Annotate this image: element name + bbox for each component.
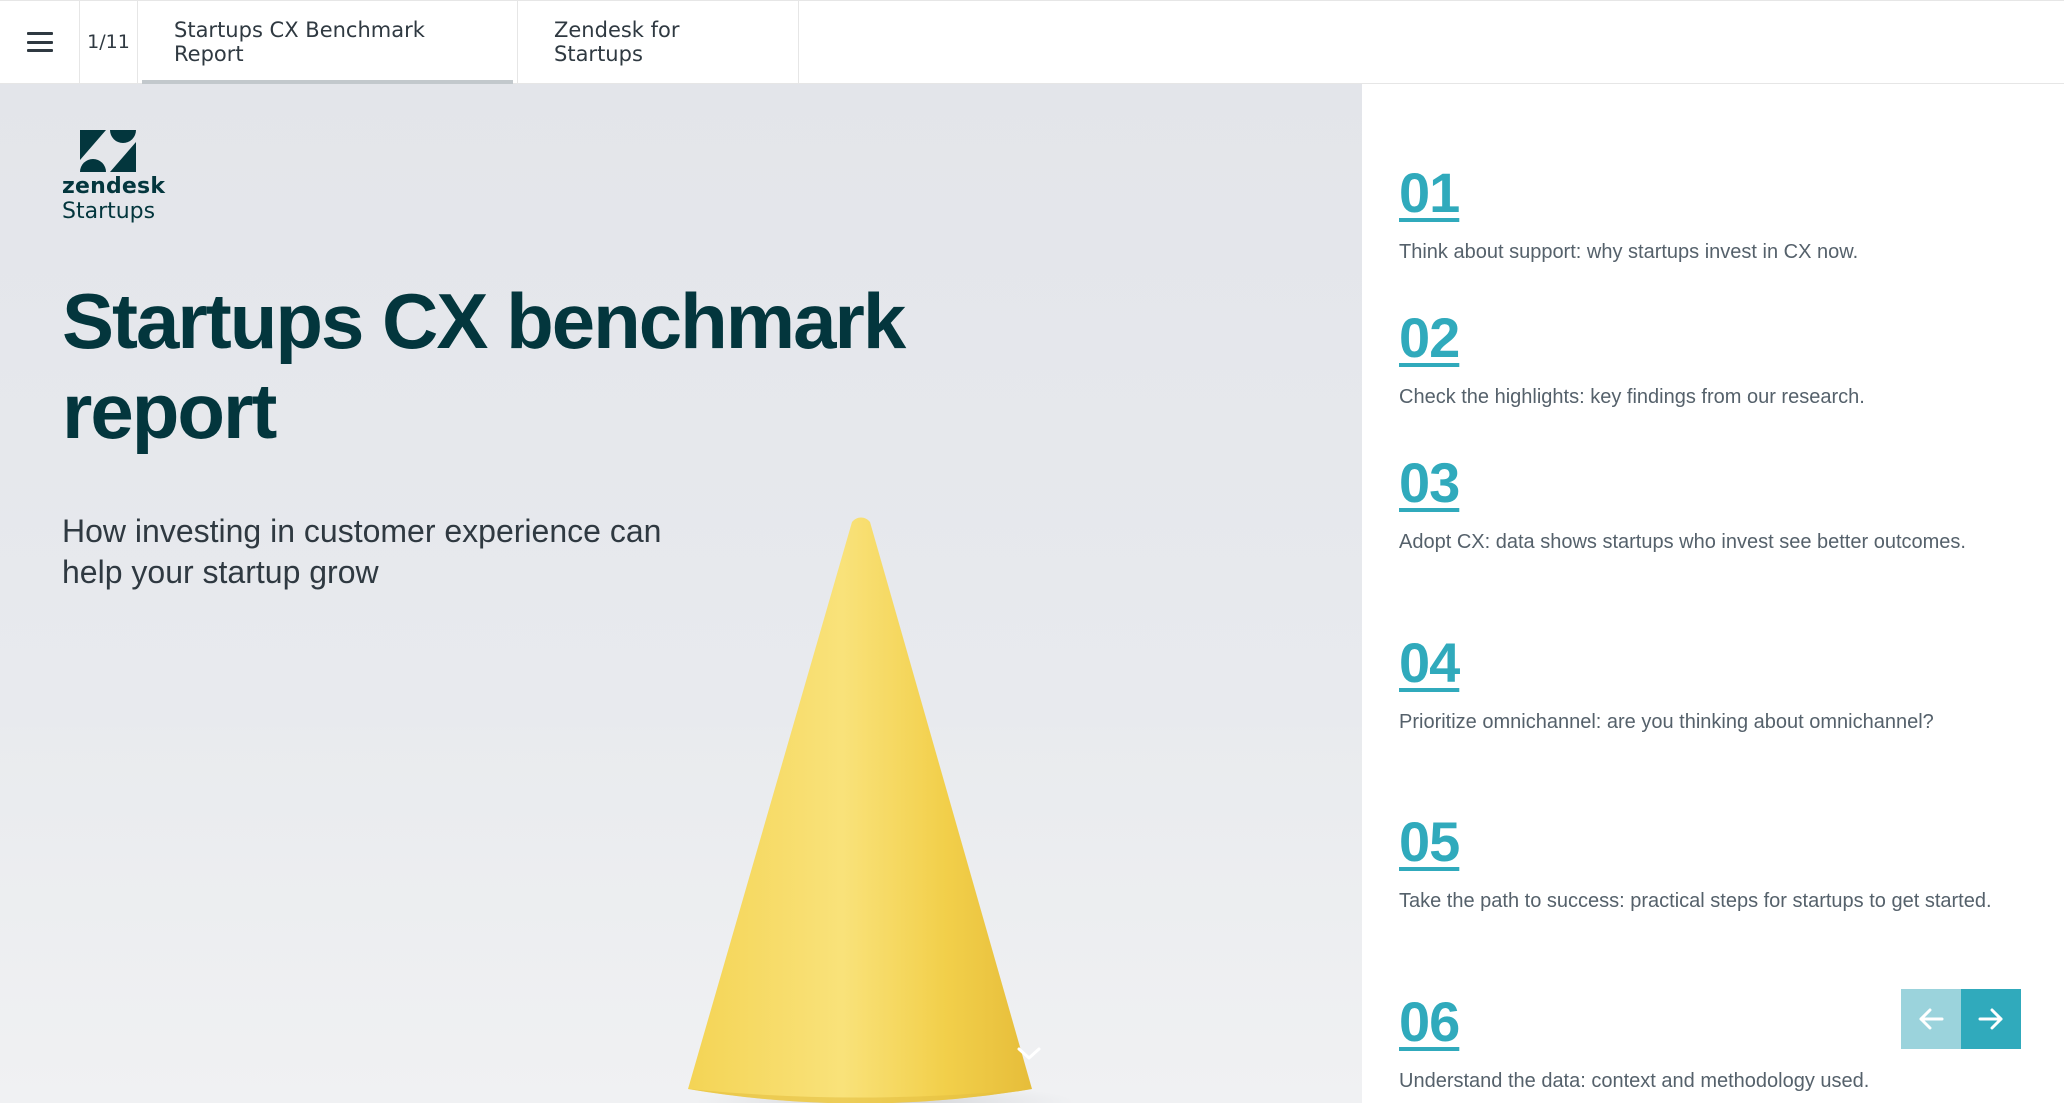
logo-wordmark: zendesk [62,174,166,199]
toc-number-link[interactable]: 03 [1399,453,1460,513]
toc-item: 04 Prioritize omnichannel: are you think… [1399,633,2019,740]
toc-item: 01 Think about support: why startups inv… [1399,163,2019,270]
chevron-down-icon[interactable] [1016,1046,1042,1062]
toc-number-link[interactable]: 05 [1399,812,1460,872]
arrow-left-icon [1919,1008,1944,1030]
toc-number-link[interactable]: 02 [1399,308,1460,368]
toc-description: Check the highlights: key findings from … [1399,386,1865,408]
previous-page-button[interactable] [1901,989,1961,1049]
page-title: Startups CX benchmark report [62,277,906,455]
toc-description: Prioritize omnichannel: are you thinking… [1399,711,1934,733]
zendesk-startups-logo: zendesk Startups [62,130,182,224]
logo-subtitle: Startups [62,199,156,224]
tab-startups-cx-benchmark-report[interactable]: Startups CX Benchmark Report [138,1,518,84]
toc-description: Think about support: why startups invest… [1399,241,1859,263]
toc-item: 02 Check the highlights: key findings fr… [1399,308,2019,415]
page-navigation-arrows [1901,989,2021,1049]
toc-item: 05 Take the path to success: practical s… [1399,812,2019,919]
hamburger-menu-button[interactable] [0,1,80,83]
toc-description: Adopt CX: data shows startups who invest… [1399,531,1966,553]
toc-description: Take the path to success: practical step… [1399,890,1992,912]
page-subtitle: How investing in customer experience can… [62,513,662,590]
yellow-cone-image [688,517,1075,1103]
zendesk-logo-icon [80,130,136,172]
arrow-right-icon [1978,1008,2003,1030]
toc-number-link[interactable]: 06 [1399,992,1460,1052]
toc-item: 03 Adopt CX: data shows startups who inv… [1399,453,2019,560]
toc-description: Understand the data: context and methodo… [1399,1070,1870,1092]
toc-number-link[interactable]: 01 [1399,163,1460,223]
table-of-contents: 01 Think about support: why startups inv… [1362,84,2064,1103]
toc-number-link[interactable]: 04 [1399,633,1460,693]
hero-panel: zendesk Startups Startups CX benchmark r… [0,84,1362,1103]
hamburger-menu-icon [26,32,53,52]
top-nav-bar: 1/11 Startups CX Benchmark Report Zendes… [0,0,2064,84]
page-indicator: 1/11 [80,1,138,83]
tab-zendesk-for-startups[interactable]: Zendesk for Startups [518,1,799,83]
next-page-button[interactable] [1961,989,2021,1049]
